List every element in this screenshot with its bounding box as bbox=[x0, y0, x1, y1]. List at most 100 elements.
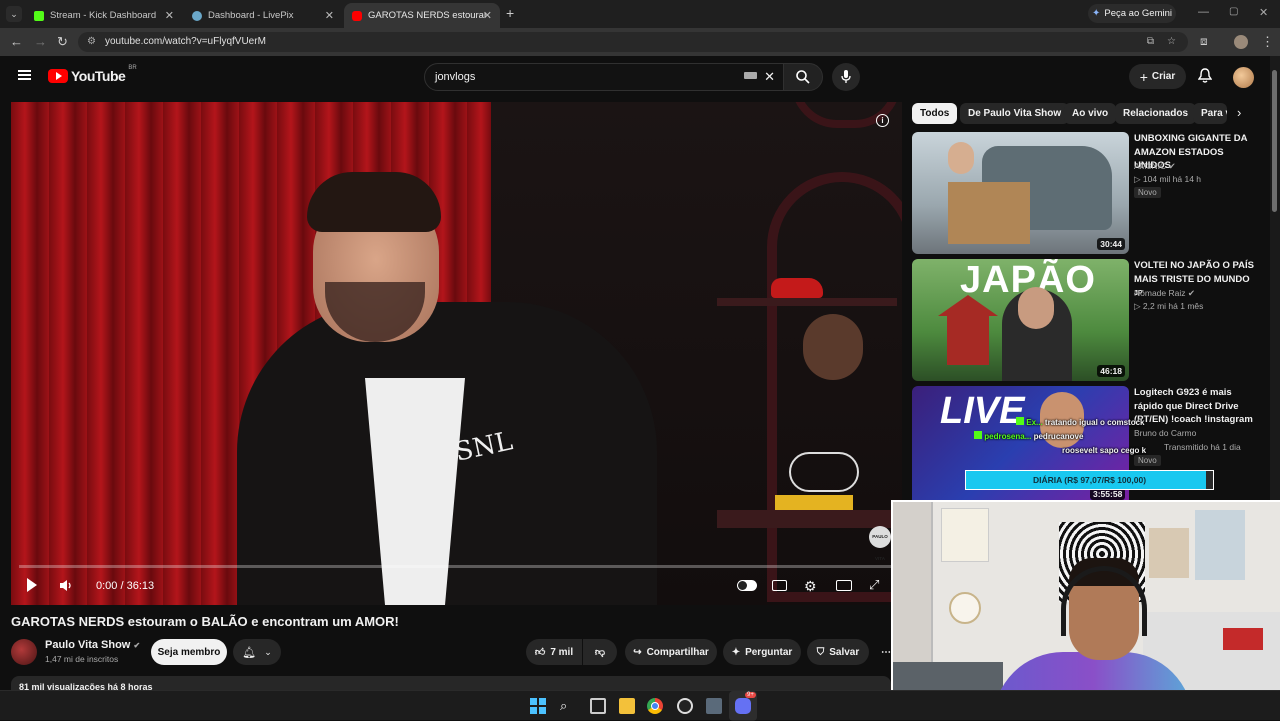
extensions-icon[interactable]: ⧈ bbox=[1200, 34, 1208, 49]
play-button[interactable] bbox=[27, 578, 37, 592]
chat-message: roosevelt sapo cego k bbox=[1062, 444, 1166, 458]
profile-avatar[interactable] bbox=[1234, 35, 1248, 49]
notifications-bell-icon[interactable] bbox=[1197, 68, 1213, 89]
voice-search-button[interactable] bbox=[832, 63, 860, 91]
wall-photos-2 bbox=[1195, 510, 1245, 580]
task-view-icon[interactable] bbox=[590, 698, 606, 714]
chrome-icon[interactable] bbox=[647, 698, 663, 714]
account-avatar[interactable] bbox=[1233, 67, 1254, 88]
youtube-icon bbox=[352, 10, 362, 21]
youtube-wordmark: YouTube bbox=[71, 68, 126, 84]
maximize-button[interactable]: ▢ bbox=[1229, 6, 1238, 17]
close-tab-icon[interactable]: ✕ bbox=[483, 9, 492, 22]
channel-name[interactable]: Paulo Vita Show ✔ bbox=[45, 639, 140, 651]
bell-icon: 🔔︎ bbox=[242, 646, 257, 659]
chip-all[interactable]: Todos bbox=[912, 103, 958, 124]
search-input[interactable]: jonvlogs ✕ bbox=[424, 63, 786, 91]
reload-icon[interactable]: ↻ bbox=[57, 34, 68, 50]
video-player[interactable]: SNL i PAULO VITA 0:00 / 36:13 ⚙ ⤢ bbox=[11, 102, 902, 605]
rec-channel-2[interactable]: Nômade Raiz ✔ bbox=[1134, 288, 1195, 299]
chips-next-icon[interactable]: › bbox=[1237, 105, 1241, 120]
dislike-button[interactable]: 👎︎ bbox=[583, 639, 617, 665]
progress-bar[interactable] bbox=[19, 565, 894, 568]
chip-channel[interactable]: De Paulo Vita Show bbox=[960, 103, 1070, 124]
ask-button[interactable]: ✦ Perguntar bbox=[723, 639, 801, 665]
ask-label: Perguntar bbox=[745, 646, 793, 658]
windows-start-icon[interactable] bbox=[530, 698, 546, 714]
obs-icon[interactable] bbox=[677, 698, 693, 714]
subscribe-notification-button[interactable]: 🔔︎ ⌄ bbox=[233, 639, 281, 665]
rec-channel-name: AM3NIC bbox=[1134, 161, 1167, 171]
fullscreen-icon[interactable]: ⤢ bbox=[869, 577, 879, 593]
install-icon[interactable]: ⧉ bbox=[1147, 32, 1154, 52]
browser-menu-icon[interactable]: ⋮ bbox=[1261, 34, 1274, 50]
youtube-logo[interactable]: YouTube BR bbox=[48, 65, 137, 84]
rec-thumbnail-1[interactable]: 30:44 bbox=[912, 132, 1129, 254]
verified-badge-icon: ✔ bbox=[1187, 288, 1195, 298]
tab-livepix[interactable]: Dashboard - LivePix ✕ bbox=[184, 3, 342, 28]
create-label: Criar bbox=[1151, 71, 1176, 82]
rec-title-text: VOLTEI NO JAPÃO O PAÍS MAIS TRISTE DO MU… bbox=[1134, 260, 1254, 285]
share-icon: ↪ bbox=[633, 646, 642, 658]
share-button[interactable]: ↪ Compartilhar bbox=[625, 639, 717, 665]
channel-watermark[interactable]: PAULO VITA bbox=[869, 526, 891, 561]
search-button[interactable] bbox=[783, 63, 823, 91]
chip-live[interactable]: Ao vivo bbox=[1064, 103, 1117, 124]
close-tab-icon[interactable]: ✕ bbox=[165, 9, 174, 22]
tab-youtube-video[interactable]: GAROTAS NERDS estouram o B ✕ bbox=[344, 3, 500, 28]
rec-thumbnail-2[interactable]: JAPÃO 46:18 bbox=[912, 259, 1129, 381]
rec-stats: 104 mil há 14 h bbox=[1142, 174, 1202, 184]
chip-for-you[interactable]: Para v bbox=[1193, 103, 1227, 124]
hamburger-menu-icon[interactable] bbox=[18, 70, 31, 80]
subtitles-icon[interactable] bbox=[772, 580, 787, 591]
yellow-block bbox=[775, 495, 853, 510]
chat-message: pedrosena... pedrucanove bbox=[974, 430, 1166, 444]
rec-meta-1: ▷ 104 mil há 14 h bbox=[1134, 174, 1202, 184]
gemini-button[interactable]: ✦ Peça ao Gemini bbox=[1088, 4, 1176, 23]
create-button[interactable]: + Criar bbox=[1129, 64, 1186, 89]
bookmark-star-icon[interactable]: ☆ bbox=[1167, 32, 1176, 52]
like-count: 7 mil bbox=[550, 646, 574, 658]
windows-taskbar: ⌕ 9+ bbox=[0, 690, 1280, 721]
minimize-button[interactable]: — bbox=[1198, 6, 1209, 18]
video-duration: 46:18 bbox=[1097, 365, 1125, 377]
bookmark-icon: ⛉ bbox=[816, 646, 825, 658]
wall-photos bbox=[1149, 528, 1189, 578]
calculator-icon[interactable] bbox=[706, 698, 722, 714]
clear-search-icon[interactable]: ✕ bbox=[764, 64, 775, 90]
file-explorer-icon[interactable] bbox=[619, 698, 635, 714]
theater-mode-icon[interactable] bbox=[836, 580, 852, 591]
keyboard-icon[interactable] bbox=[744, 72, 757, 79]
back-icon[interactable]: ← bbox=[10, 34, 23, 49]
tab-list-button[interactable]: ⌄ bbox=[6, 6, 22, 22]
sparkle-icon: ✦ bbox=[731, 646, 741, 658]
like-button[interactable]: 👍︎ 7 mil bbox=[526, 639, 582, 665]
close-window-button[interactable]: ✕ bbox=[1259, 6, 1268, 19]
channel-avatar[interactable] bbox=[11, 639, 37, 665]
temple-shape bbox=[938, 295, 998, 365]
tab-kick-dashboard[interactable]: Stream - Kick Dashboard ✕ bbox=[26, 3, 182, 28]
forward-icon[interactable]: → bbox=[34, 34, 47, 49]
settings-gear-icon[interactable]: ⚙ bbox=[804, 578, 817, 595]
address-bar[interactable]: ⚙ youtube.com/watch?v=uFlyqfVUerM ⧉ ☆ bbox=[78, 32, 1188, 52]
volume-icon[interactable] bbox=[59, 579, 73, 597]
plus-icon: + bbox=[1139, 68, 1148, 85]
info-icon[interactable]: i bbox=[876, 114, 889, 127]
site-info-icon[interactable]: ⚙ bbox=[87, 32, 96, 52]
plush-toy bbox=[803, 314, 863, 380]
rec-channel-1[interactable]: AM3NIC ✔ bbox=[1134, 161, 1176, 172]
verified-badge-icon: ✔ bbox=[1168, 161, 1176, 171]
new-tab-button[interactable]: + bbox=[506, 5, 514, 21]
autoplay-toggle[interactable] bbox=[737, 580, 757, 591]
active-app-indicator bbox=[729, 691, 757, 721]
chat-text: roosevelt sapo cego k bbox=[1062, 446, 1147, 455]
join-member-button[interactable]: Seja membro bbox=[151, 639, 227, 665]
chat-text: tratando igual o comstock bbox=[1044, 418, 1145, 427]
close-tab-icon[interactable]: ✕ bbox=[325, 9, 334, 22]
save-button[interactable]: ⛉ Salvar bbox=[807, 639, 869, 665]
search-icon[interactable]: ⌕ bbox=[560, 698, 576, 714]
chip-related[interactable]: Relacionados bbox=[1115, 103, 1197, 124]
person-head bbox=[948, 142, 974, 174]
save-label: Salvar bbox=[829, 646, 860, 658]
stream-chat-overlay: Ex... tratando igual o comstock pedrosen… bbox=[974, 416, 1166, 458]
